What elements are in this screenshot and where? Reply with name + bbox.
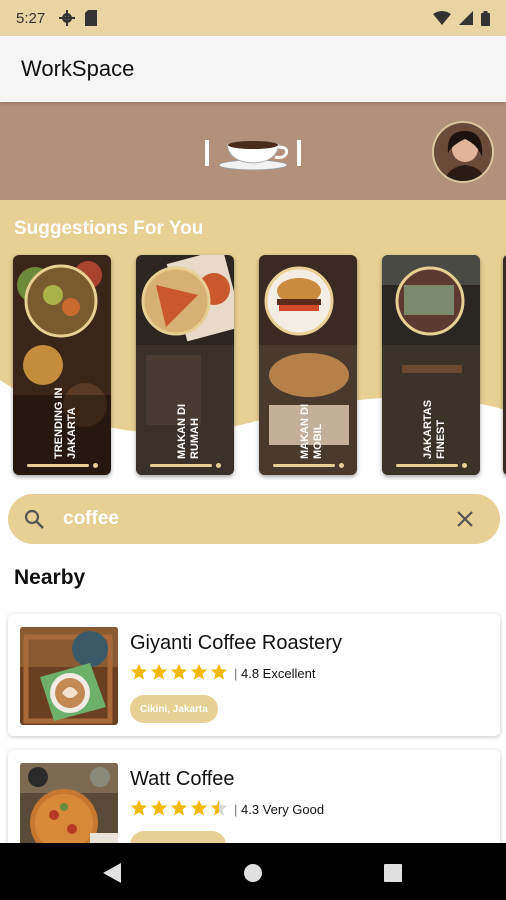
recents-icon[interactable] [384,864,402,882]
star-icon [190,663,208,680]
battery-icon [481,10,490,26]
suggestions-title: Suggestions For You [14,218,204,239]
rating-stars [130,799,228,817]
app-title: WorkSpace [21,56,135,81]
place-name: Giyanti Coffee Roastery [130,632,342,654]
place-name: Watt Coffee [130,768,235,790]
suggestion-label: TRENDING IN JAKARTA [53,387,78,460]
wifi-icon [433,11,451,25]
star-icon [170,663,188,680]
search-icon[interactable] [24,509,44,529]
home-icon[interactable] [243,863,263,883]
card-progress [273,464,335,467]
star-icon [170,799,188,816]
system-nav-bar [0,843,506,900]
location-chip: Cikini, Jakarta [130,695,218,723]
status-time: 5:27 [16,9,46,27]
card-progress [150,464,212,467]
sim-card-icon [85,10,98,26]
suggestion-card-trending[interactable]: TRENDING IN JAKARTA [13,255,111,475]
settings-icon [59,10,76,26]
rating-stars [130,663,228,681]
close-icon[interactable] [456,510,474,528]
star-icon [190,799,208,816]
suggestion-card-makan-di-mobil[interactable]: MAKAN DI MOBIL [259,255,357,475]
hero-banner [0,102,506,200]
suggestion-card-makan-di-rumah[interactable]: MAKAN DI RUMAH [136,255,234,475]
avatar[interactable] [432,121,494,183]
card-progress [27,464,89,467]
suggestions-section: Suggestions For You TRENDING IN JAKARTA [0,200,506,480]
coffee-cup-icon [205,140,301,171]
star-icon [130,799,148,816]
search-bar[interactable]: coffee [8,494,500,544]
suggestion-label: MAKAN DI MOBIL [299,404,324,459]
star-icon [150,799,168,816]
place-card-giyanti[interactable]: Giyanti Coffee Roastery | 4.8 Excellent … [8,614,500,736]
rating-value: 4.3 Very Good [241,802,325,817]
search-input[interactable]: coffee [63,508,119,530]
rating-label: | 4.3 Very Good [234,802,325,817]
suggestion-card-jakartas-finest[interactable]: JAKARTAS FINEST [382,255,480,475]
card-dot [339,463,344,468]
star-half-icon [210,799,228,816]
nearby-title: Nearby [14,566,86,589]
place-thumbnail [20,627,118,725]
star-icon [150,663,168,680]
status-bar: 5:27 [0,0,506,36]
card-progress [396,464,458,467]
star-icon [210,663,228,680]
card-dot [93,463,98,468]
suggestion-label: MAKAN DI RUMAH [176,404,201,459]
card-dot [216,463,221,468]
rating-label: | 4.8 Excellent [234,666,316,681]
app-bar: WorkSpace [0,36,506,102]
card-dot [462,463,467,468]
rating-value: 4.8 Excellent [241,666,316,681]
signal-icon [459,11,473,25]
suggestion-label: JAKARTAS FINEST [422,399,447,459]
back-icon[interactable] [103,863,121,883]
star-icon [130,663,148,680]
